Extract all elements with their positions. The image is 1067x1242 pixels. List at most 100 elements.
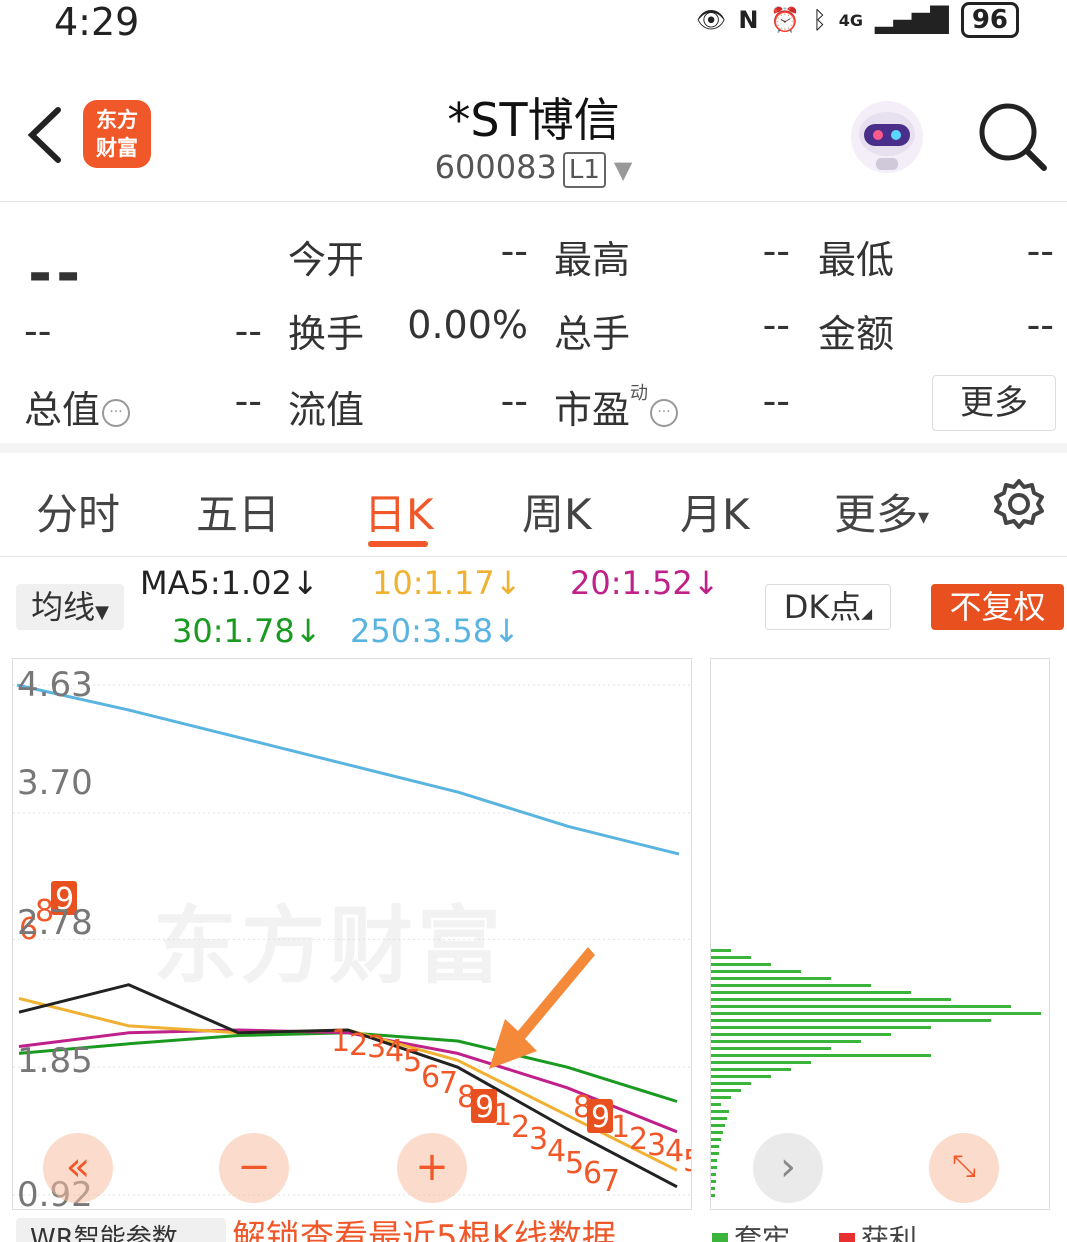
chip-bar (711, 1019, 991, 1022)
td-count-label: 4 (385, 1034, 404, 1069)
td-count-label: 7 (439, 1066, 458, 1101)
expand-icon[interactable]: ⤡ (929, 1133, 999, 1203)
search-icon[interactable] (976, 100, 1048, 172)
active-tab-indicator (368, 541, 428, 547)
robot-assistant-icon[interactable] (846, 96, 928, 178)
tab-five-day[interactable]: 五日 (196, 481, 280, 542)
level-badge: L1 (562, 152, 606, 188)
pe-label-row[interactable]: 市盈动··· (554, 379, 679, 434)
corner-triangle-icon: ◢ (861, 606, 873, 622)
chip-bar (711, 977, 831, 980)
volume-label: 总手 (554, 312, 631, 356)
eye-icon: 👁 (695, 6, 727, 34)
ma5-value: MA5:1.02↓ (140, 564, 319, 602)
low-label: 最低 (818, 238, 895, 282)
amount-label: 金额 (818, 312, 895, 356)
stock-header: 东方 财富 *ST博信 600083 L1 ▼ (0, 70, 1067, 202)
change-value: -- (24, 309, 52, 353)
chip-distribution-svg (711, 949, 1041, 1197)
zoom-in-button[interactable]: + (397, 1133, 467, 1203)
ma250-value: 250:3.58↓ (350, 612, 520, 650)
y-tick: 3.70 (17, 763, 93, 803)
tab-monthly-k[interactable]: 月K (680, 481, 750, 542)
info-icon[interactable]: ··· (650, 398, 679, 427)
td-count-label: 1 (611, 1110, 630, 1145)
caret-down-icon: ▼ (613, 156, 633, 184)
td-count-label: 6 (583, 1156, 602, 1191)
mktcap-value: -- (234, 379, 262, 423)
tab-more[interactable]: 更多▾ (834, 481, 929, 542)
open-value: -- (500, 229, 528, 273)
bluetooth-icon: ᛒ (812, 6, 827, 34)
y-tick: 4.63 (17, 665, 93, 705)
tab-daily-k[interactable]: 日K (364, 481, 434, 542)
open-label: 今开 (288, 238, 365, 282)
tab-intraday[interactable]: 分时 (36, 481, 120, 542)
profit-swatch (838, 1233, 855, 1242)
current-price: -- (28, 239, 85, 307)
td-count-label: 1 (493, 1098, 512, 1133)
chip-bar (711, 1194, 715, 1197)
signal-bars-icon: ▂▄▆█ (874, 6, 949, 34)
trapped-swatch (712, 1233, 728, 1242)
no-adjust-button[interactable]: 不复权 (931, 584, 1064, 630)
chip-bar (711, 1054, 931, 1057)
scroll-left-button[interactable]: « (43, 1133, 113, 1203)
chip-bar (711, 1145, 719, 1148)
high-label: 最高 (554, 238, 631, 282)
high-value: -- (762, 229, 790, 273)
chip-bar (711, 1068, 791, 1071)
chip-bar (711, 963, 771, 966)
chart-tabs: 分时 五日 日K 周K 月K 更多▾ (0, 463, 1067, 557)
chip-bar (711, 1012, 1041, 1015)
quote-panel: -- 今开 -- 最高 -- 最低 -- -- -- 换手 0.00% 总手 -… (0, 203, 1067, 453)
ma-selector-button[interactable]: 均线▼ (16, 584, 124, 630)
chip-bar (711, 1103, 721, 1106)
chip-bar (711, 956, 751, 959)
next-button[interactable]: › (753, 1133, 823, 1203)
chip-bar (711, 1075, 771, 1078)
turnover-label: 换手 (288, 312, 365, 356)
td-count-label: 3 (647, 1128, 666, 1163)
td-count-label: 2 (629, 1122, 648, 1157)
ma30-value: 30:1.78↓ (172, 612, 322, 650)
td-count-label: 5 (683, 1144, 692, 1179)
td-count-label: 9 (475, 1090, 494, 1125)
pe-value: -- (762, 379, 790, 423)
signal-icon: 4G (838, 10, 863, 30)
chip-distribution-panel[interactable]: › ⤡ (710, 658, 1050, 1210)
gear-icon[interactable] (992, 477, 1046, 531)
chip-bar (711, 1180, 716, 1183)
chip-bar (711, 1159, 717, 1162)
unlock-promo-link[interactable]: 解锁查看最近5根K线数据 (232, 1214, 616, 1242)
info-icon[interactable]: ··· (102, 398, 131, 427)
status-time: 4:29 (54, 0, 140, 44)
more-quote-button[interactable]: 更多 (932, 375, 1056, 431)
chip-bar (711, 1047, 831, 1050)
caret-down-icon: ▼ (95, 602, 109, 623)
mktcap-label-row[interactable]: 总值 ··· (24, 379, 131, 434)
chip-bar (711, 1166, 717, 1169)
wr-params-button[interactable]: WR智能参数 (16, 1218, 226, 1242)
chip-bar (711, 1110, 729, 1113)
ma-line-250 (16, 683, 680, 856)
mktcap-label: 总值 (24, 388, 101, 432)
td-count-label: 5 (565, 1146, 584, 1181)
tab-weekly-k[interactable]: 周K (522, 481, 592, 542)
zoom-out-button[interactable]: − (219, 1133, 289, 1203)
chip-bar (711, 998, 951, 1001)
td-count-label: 6 (421, 1060, 440, 1095)
td-count-label: 4 (665, 1134, 684, 1169)
status-icons: 👁 N ⏰ ᛒ 4G ▂▄▆█ 96 (696, 0, 1019, 40)
td-count-label: 9 (591, 1100, 610, 1135)
turnover-value: 0.00% (407, 303, 528, 347)
td-count-label: 1 (331, 1024, 350, 1059)
td-count-label: 4 (547, 1134, 566, 1169)
pe-dynamic-sup: 动 (630, 383, 649, 404)
kline-chart[interactable]: 东方财富 689123456789123456789123456 4.63 3.… (12, 658, 692, 1210)
dk-point-button[interactable]: DK点◢ (765, 584, 891, 630)
ma10-value: 10:1.17↓ (372, 564, 522, 602)
chip-bar (711, 991, 911, 994)
chip-bar (711, 1005, 1011, 1008)
td-count-label: 3 (367, 1030, 386, 1065)
